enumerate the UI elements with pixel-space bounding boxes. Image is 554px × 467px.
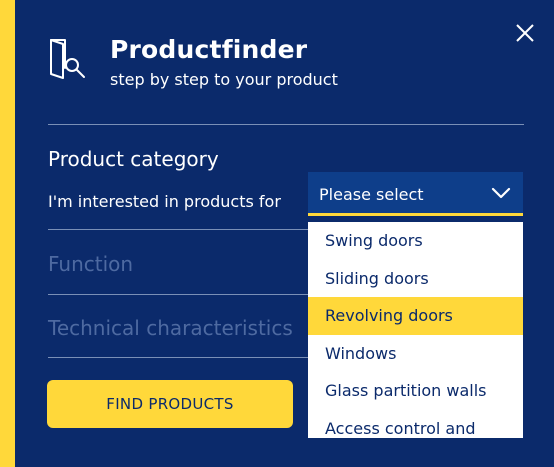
category-title: Product category <box>48 147 219 171</box>
option-swing-doors[interactable]: Swing doors <box>308 222 523 260</box>
technical-divider <box>48 357 308 358</box>
function-section[interactable]: Function <box>48 252 133 276</box>
interest-label: I'm interested in products for <box>48 192 281 211</box>
page-title: Productfinder <box>110 35 308 64</box>
door-search-icon <box>47 34 97 84</box>
category-divider <box>48 229 308 230</box>
option-revolving-doors[interactable]: Revolving doors <box>308 297 523 335</box>
close-icon[interactable] <box>512 20 538 46</box>
page-subtitle: step by step to your product <box>110 70 338 89</box>
chevron-down-icon <box>491 184 511 202</box>
select-value: Please select <box>319 185 424 204</box>
header-divider <box>48 124 524 125</box>
category-select[interactable]: Please select <box>308 172 523 216</box>
option-sliding-doors[interactable]: Sliding doors <box>308 260 523 298</box>
technical-section[interactable]: Technical characteristics <box>48 316 293 340</box>
option-windows[interactable]: Windows <box>308 335 523 373</box>
accent-bar <box>0 0 15 467</box>
option-glass-partition-walls[interactable]: Glass partition walls <box>308 372 523 410</box>
option-access-control[interactable]: Access control and <box>308 410 523 439</box>
find-products-button[interactable]: FIND PRODUCTS <box>47 380 293 428</box>
category-dropdown: Swing doors Sliding doors Revolving door… <box>308 222 523 438</box>
function-divider <box>48 294 308 295</box>
